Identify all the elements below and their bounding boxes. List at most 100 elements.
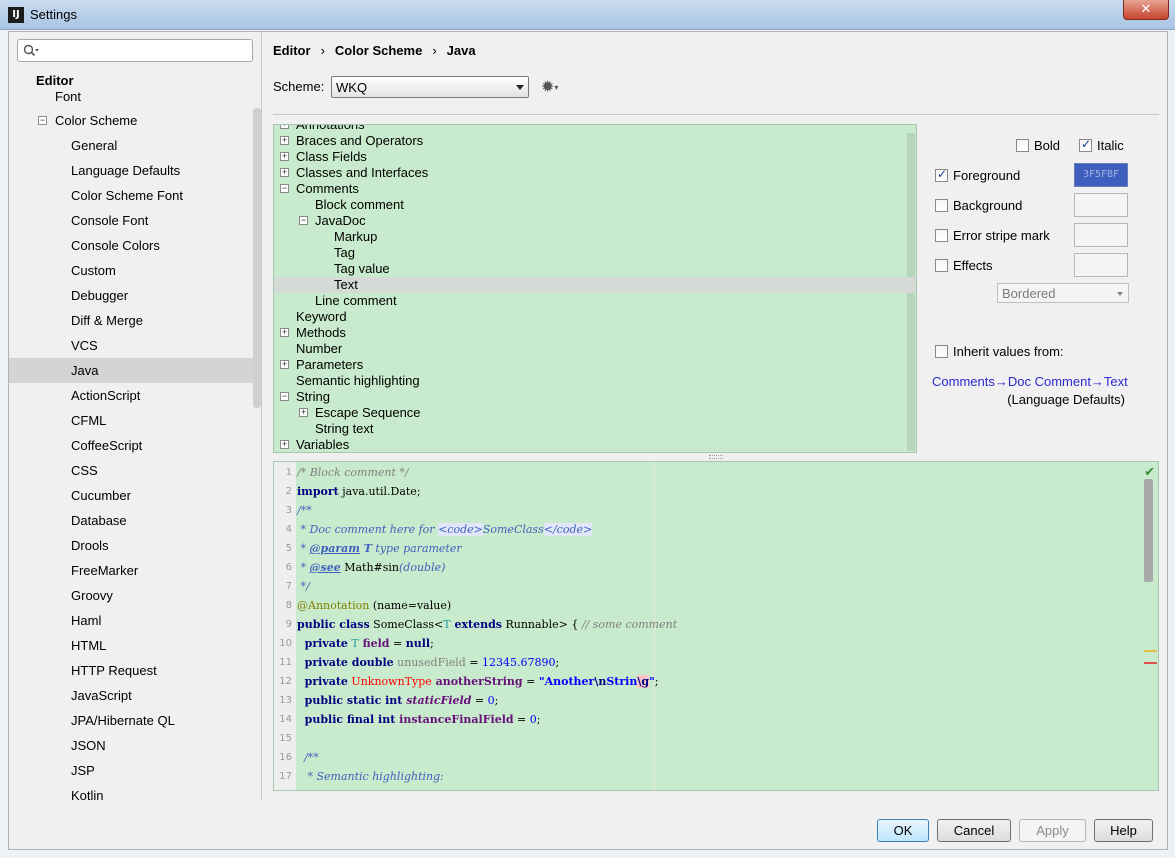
sidebar-item-label: JPA/Hibernate QL bbox=[71, 713, 175, 728]
code-preview[interactable]: /* Block comment */ import java.util.Dat… bbox=[273, 461, 1159, 791]
sidebar-item-actionscript[interactable]: ActionScript bbox=[9, 383, 253, 408]
scheme-select[interactable]: WKQ bbox=[331, 76, 529, 98]
checkbox-box[interactable] bbox=[935, 199, 948, 212]
cancel-button[interactable]: Cancel bbox=[937, 819, 1011, 842]
expand-icon[interactable]: + bbox=[299, 408, 308, 417]
effects-type-select[interactable]: Bordered bbox=[997, 283, 1129, 303]
tree-item-tag-value[interactable]: Tag value bbox=[274, 261, 916, 277]
expand-icon[interactable]: + bbox=[280, 136, 289, 145]
scheme-actions-button[interactable]: ✹▾ bbox=[541, 77, 558, 97]
help-button[interactable]: Help bbox=[1094, 819, 1153, 842]
line-number: 9 bbox=[285, 619, 292, 630]
sidebar-item-diff-merge[interactable]: Diff & Merge bbox=[9, 308, 253, 333]
checkbox-box[interactable] bbox=[1079, 137, 1092, 152]
tree-item-classes-and-interfaces[interactable]: + Classes and Interfaces bbox=[274, 165, 916, 181]
sidebar-item-haml[interactable]: Haml bbox=[9, 608, 253, 633]
bold-checkbox[interactable]: Bold bbox=[1016, 138, 1060, 153]
checkbox-box[interactable] bbox=[935, 167, 948, 182]
sidebar-item-console-colors[interactable]: Console Colors bbox=[9, 233, 253, 258]
tree-item-string-text[interactable]: String text bbox=[274, 421, 916, 437]
ok-button[interactable]: OK bbox=[877, 819, 929, 842]
effects-checkbox[interactable]: Effects bbox=[935, 258, 993, 273]
checkbox-box[interactable] bbox=[1016, 139, 1029, 152]
sidebar-item-jpa-hibernate-ql[interactable]: JPA/Hibernate QL bbox=[9, 708, 253, 733]
error-stripe-color-swatch[interactable] bbox=[1074, 223, 1128, 247]
sidebar-item-groovy[interactable]: Groovy bbox=[9, 583, 253, 608]
sidebar-item-custom[interactable]: Custom bbox=[9, 258, 253, 283]
sidebar-item-color-scheme-font[interactable]: Color Scheme Font bbox=[9, 183, 253, 208]
sidebar-item-debugger[interactable]: Debugger bbox=[9, 283, 253, 308]
tree-item-comments[interactable]: − Comments bbox=[274, 181, 916, 197]
error-stripe-mark[interactable] bbox=[1144, 662, 1157, 664]
sidebar-item-html[interactable]: HTML bbox=[9, 633, 253, 658]
sidebar-item-json[interactable]: JSON bbox=[9, 733, 253, 758]
tree-item-number[interactable]: Number bbox=[274, 341, 916, 357]
effects-color-swatch[interactable] bbox=[1074, 253, 1128, 277]
sidebar-item-general[interactable]: General bbox=[9, 133, 253, 158]
expand-icon[interactable]: + bbox=[280, 328, 289, 337]
sidebar-scrollbar[interactable] bbox=[253, 108, 261, 408]
sidebar-item-color-scheme[interactable]: − Color Scheme bbox=[9, 108, 253, 133]
sidebar-item-kotlin[interactable]: Kotlin bbox=[9, 783, 253, 800]
expand-icon[interactable]: + bbox=[280, 152, 289, 161]
tree-item-markup[interactable]: Markup bbox=[274, 229, 916, 245]
tree-item-escape-sequence[interactable]: + Escape Sequence bbox=[274, 405, 916, 421]
sidebar-item-http-request[interactable]: HTTP Request bbox=[9, 658, 253, 683]
sidebar-item-language-defaults[interactable]: Language Defaults bbox=[9, 158, 253, 183]
tree-item-javadoc[interactable]: − JavaDoc bbox=[274, 213, 916, 229]
tree-item-braces-and-operators[interactable]: + Braces and Operators bbox=[274, 133, 916, 149]
tree-item-class-fields[interactable]: + Class Fields bbox=[274, 149, 916, 165]
tree-item-variables[interactable]: + Variables bbox=[274, 437, 916, 452]
error-stripe-checkbox[interactable]: Error stripe mark bbox=[935, 228, 1050, 243]
sidebar-item-vcs[interactable]: VCS bbox=[9, 333, 253, 358]
splitter-handle[interactable] bbox=[709, 455, 723, 459]
apply-button[interactable]: Apply bbox=[1019, 819, 1086, 842]
sidebar-section-editor[interactable]: Editor bbox=[9, 72, 253, 89]
expand-icon[interactable]: + bbox=[280, 125, 289, 129]
sidebar-item-freemarker[interactable]: FreeMarker bbox=[9, 558, 253, 583]
warning-stripe-mark[interactable] bbox=[1144, 650, 1157, 652]
sidebar-item-css[interactable]: CSS bbox=[9, 458, 253, 483]
foreground-checkbox[interactable]: Foreground bbox=[935, 167, 1020, 183]
tree-item-parameters[interactable]: + Parameters bbox=[274, 357, 916, 373]
color-elements-tree[interactable]: + Annotations + Braces and Operators + Class … bbox=[273, 124, 917, 453]
inherit-checkbox[interactable]: Inherit values from: bbox=[935, 344, 1064, 359]
sidebar-item-cucumber[interactable]: Cucumber bbox=[9, 483, 253, 508]
tree-item-semantic-highlighting[interactable]: Semantic highlighting bbox=[274, 373, 916, 389]
collapse-icon[interactable]: − bbox=[38, 116, 47, 125]
checkbox-box[interactable] bbox=[935, 229, 948, 242]
sidebar-item-database[interactable]: Database bbox=[9, 508, 253, 533]
expand-icon[interactable]: + bbox=[280, 440, 289, 449]
tree-item-string[interactable]: − String bbox=[274, 389, 916, 405]
preview-scrollbar[interactable] bbox=[1144, 479, 1153, 582]
collapse-icon[interactable]: − bbox=[280, 184, 289, 193]
sidebar-item-drools[interactable]: Drools bbox=[9, 533, 253, 558]
expand-icon[interactable]: + bbox=[280, 360, 289, 369]
checkbox-box[interactable] bbox=[935, 345, 948, 358]
sidebar-item-jsp[interactable]: JSP bbox=[9, 758, 253, 783]
tree-item-text[interactable]: Text bbox=[274, 277, 916, 293]
tree-item-block-comment[interactable]: Block comment bbox=[274, 197, 916, 213]
tree-item-keyword[interactable]: Keyword bbox=[274, 309, 916, 325]
foreground-color-swatch[interactable]: 3F5FBF bbox=[1074, 163, 1128, 187]
background-color-swatch[interactable] bbox=[1074, 193, 1128, 217]
search-input[interactable] bbox=[17, 39, 253, 62]
sidebar-item-font[interactable]: Font bbox=[9, 89, 253, 108]
tree-item-methods[interactable]: + Methods bbox=[274, 325, 916, 341]
sidebar-item-coffeescript[interactable]: CoffeeScript bbox=[9, 433, 253, 458]
sidebar-item-java[interactable]: Java bbox=[9, 358, 253, 383]
italic-checkbox[interactable]: Italic bbox=[1079, 137, 1124, 153]
expand-icon[interactable]: + bbox=[280, 168, 289, 177]
background-checkbox[interactable]: Background bbox=[935, 198, 1022, 213]
sidebar-item-javascript[interactable]: JavaScript bbox=[9, 683, 253, 708]
sidebar-item-cfml[interactable]: CFML bbox=[9, 408, 253, 433]
tree-item-tag[interactable]: Tag bbox=[274, 245, 916, 261]
checkbox-box[interactable] bbox=[935, 259, 948, 272]
collapse-icon[interactable]: − bbox=[299, 216, 308, 225]
tree-item-line-comment[interactable]: Line comment bbox=[274, 293, 916, 309]
inherit-link[interactable]: Comments→Doc Comment→Text bbox=[932, 374, 1128, 389]
collapse-icon[interactable]: − bbox=[280, 392, 289, 401]
close-window-button[interactable]: ✕ bbox=[1123, 0, 1169, 20]
tree-item-annotations[interactable]: + Annotations bbox=[274, 125, 916, 133]
sidebar-item-console-font[interactable]: Console Font bbox=[9, 208, 253, 233]
